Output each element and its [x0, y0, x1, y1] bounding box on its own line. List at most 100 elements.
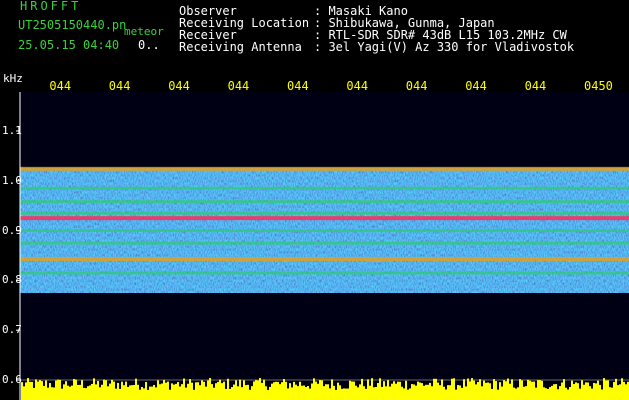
signal-level-bar: [273, 382, 275, 400]
signal-level-bar: [29, 381, 31, 400]
y-tick-label: 0.6: [2, 373, 22, 386]
signal-level-bar: [397, 381, 399, 400]
signal-level-bar: [445, 389, 447, 400]
signal-level-bar: [601, 389, 603, 400]
signal-level-bar: [163, 379, 165, 400]
signal-level-bar: [623, 381, 625, 400]
signal-level-bar: [295, 384, 297, 400]
signal-level-bar: [99, 387, 101, 400]
signal-level-bar: [277, 381, 279, 400]
signal-level-bar: [73, 378, 75, 400]
signal-level-bar: [561, 382, 563, 400]
signal-level-bar: [215, 383, 217, 400]
signal-level-bar: [283, 378, 285, 400]
signal-level-bar: [513, 387, 515, 400]
signal-level-bar: [535, 387, 537, 400]
signal-level-bar: [291, 387, 293, 400]
signal-level-bar: [343, 388, 345, 400]
signal-level-bar: [231, 387, 233, 400]
signal-level-bar: [529, 380, 531, 400]
signal-level-bar: [403, 388, 405, 400]
signal-level-bar: [323, 386, 325, 400]
signal-level-bar: [39, 380, 41, 400]
signal-level-bar: [333, 385, 335, 400]
signal-level-bar: [227, 378, 229, 400]
signal-level-bar: [59, 379, 61, 400]
signal-level-bar: [147, 389, 149, 400]
y-tick-label: 1.1: [2, 124, 22, 137]
signal-level-bar: [179, 386, 181, 400]
signal-level-bar: [335, 389, 337, 400]
signal-level-bar: [531, 381, 533, 400]
signal-level-bar: [517, 387, 519, 400]
signal-level-bar: [57, 379, 59, 400]
signal-level-bar: [421, 383, 423, 400]
signal-level-bar: [359, 384, 361, 400]
signal-level-bar: [45, 380, 47, 400]
signal-level-bar: [585, 382, 587, 400]
signal-level-bar: [69, 386, 71, 400]
signal-level-bar: [107, 386, 109, 400]
y-tick-label: 0.9: [2, 223, 22, 237]
signal-level-bar: [175, 383, 177, 400]
signal-level-bar: [321, 380, 323, 400]
signal-level-bar: [401, 386, 403, 400]
signal-level-bar: [415, 385, 417, 400]
signal-level-bar: [33, 387, 35, 400]
signal-level-bar: [395, 383, 397, 400]
signal-level-bar: [297, 386, 299, 400]
signal-level-bar: [187, 383, 189, 400]
signal-level-bar: [449, 385, 451, 400]
x-tick-label: 044: [405, 79, 428, 93]
signal-level-bar: [581, 380, 583, 400]
signal-level-bar: [225, 388, 227, 400]
signal-level-bar: [211, 384, 213, 400]
signal-level-bar: [413, 384, 415, 400]
x-tick-label: 044: [524, 79, 547, 93]
x-tick-label: 0450: [584, 79, 613, 93]
signal-level-bar: [97, 380, 99, 400]
signal-level-bar: [95, 384, 97, 400]
signal-level-bar: [257, 380, 259, 400]
signal-level-bar: [589, 386, 591, 400]
signal-level-bar: [259, 378, 261, 400]
x-tick-label: 044: [108, 79, 131, 93]
signal-line-strong: [20, 256, 629, 261]
signal-level-bar: [31, 381, 33, 400]
signal-level-bar: [481, 386, 483, 400]
signal-level-bar: [189, 379, 191, 400]
signal-level-bar: [391, 383, 393, 400]
signal-level-bar: [81, 380, 83, 400]
signal-level-bar: [483, 380, 485, 400]
signal-level-bar: [501, 386, 503, 400]
signal-level-bar: [161, 383, 163, 400]
signal-level-bar: [505, 381, 507, 400]
signal-level-bar: [437, 382, 439, 400]
signal-level-bar: [375, 387, 377, 400]
signal-level-bar: [543, 387, 545, 400]
signal-level-bar: [555, 384, 557, 400]
signal-level-bar: [137, 384, 139, 400]
signal-level-bar: [525, 386, 527, 400]
signal-level-bar: [485, 382, 487, 400]
signal-level-bar: [155, 387, 157, 400]
signal-level-bar: [351, 381, 353, 400]
signal-level-bar: [89, 385, 91, 400]
signal-level-bar: [427, 384, 429, 400]
signal-level-bar: [499, 382, 501, 400]
signal-line-medium: [20, 211, 629, 215]
signal-level-bar: [549, 387, 551, 400]
signal-level-bar: [209, 378, 211, 400]
signal-level-bar: [619, 384, 621, 400]
signal-level-bar: [603, 378, 605, 400]
signal-level-bar: [423, 385, 425, 400]
signal-level-bar: [575, 382, 577, 400]
signal-level-bar: [527, 379, 529, 400]
signal-level-bar: [361, 378, 363, 400]
signal-level-bar: [573, 384, 575, 400]
signal-level-bar: [293, 381, 295, 400]
signal-level-bar: [489, 383, 491, 400]
signal-level-bar: [49, 383, 51, 400]
signal-level-bar: [201, 380, 203, 400]
signal-level-bar: [255, 380, 257, 400]
